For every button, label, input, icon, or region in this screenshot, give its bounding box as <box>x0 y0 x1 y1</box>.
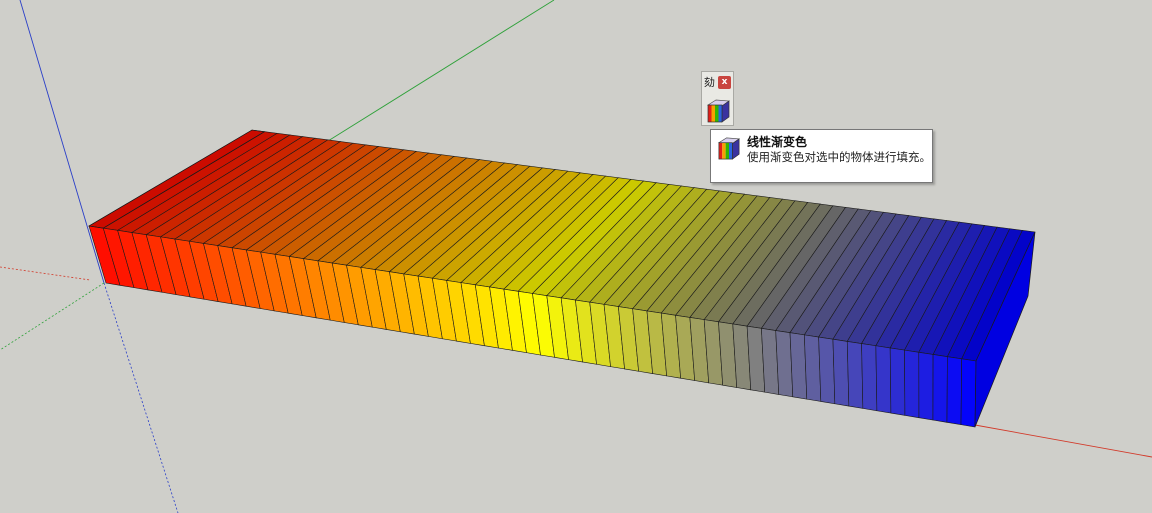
front-face-slice <box>960 358 977 428</box>
front-face-slice <box>818 336 836 405</box>
front-face-slice <box>789 332 808 400</box>
front-face-slice <box>932 354 948 423</box>
gradient-cube-icon[interactable] <box>705 97 732 124</box>
front-face-slice <box>904 349 920 419</box>
front-face-slice <box>918 351 934 421</box>
tooltip-description: 使用渐变色对选中的物体进行填充。 <box>747 150 931 164</box>
tooltip: 线性渐变色 使用渐变色对选中的物体进行填充。 <box>710 129 933 183</box>
toolbar-title: 劾 <box>704 76 715 89</box>
gradient-toolbar[interactable]: 劾 x <box>701 71 734 126</box>
front-face-slice <box>846 341 864 409</box>
front-face-slice <box>832 338 850 407</box>
front-face-slice <box>946 356 962 426</box>
front-face-slice <box>861 343 878 412</box>
modeling-viewport[interactable] <box>0 0 1152 513</box>
front-face-slice <box>875 345 892 414</box>
tooltip-title: 线性渐变色 <box>747 135 808 149</box>
front-face-slice <box>889 347 906 416</box>
close-button[interactable]: x <box>718 76 731 89</box>
front-face-slice <box>804 334 822 402</box>
gradient-cube-icon <box>717 137 741 160</box>
